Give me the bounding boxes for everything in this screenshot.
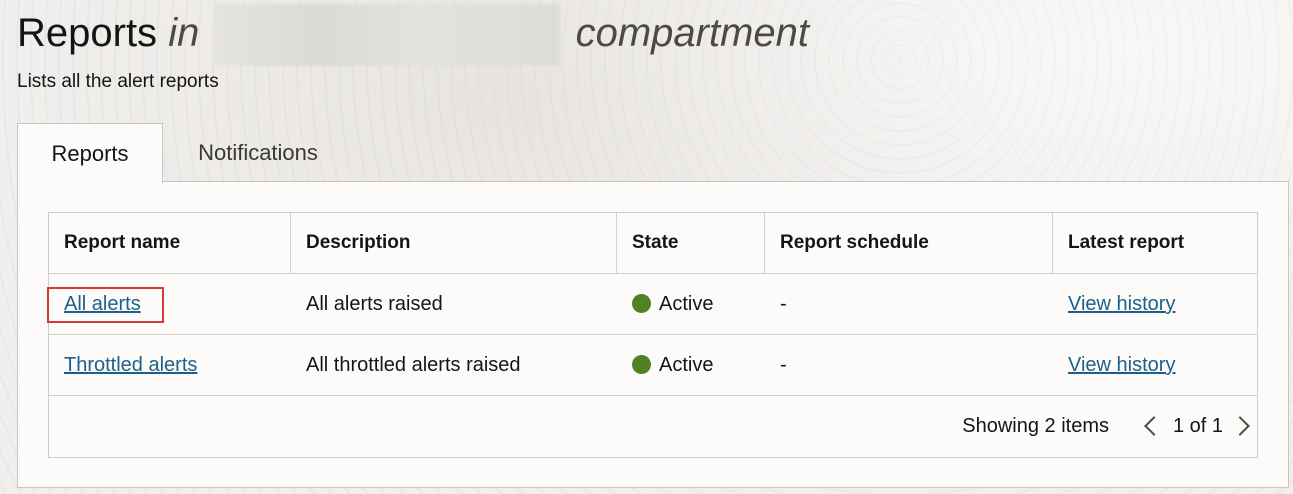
status-dot-icon — [632, 294, 651, 313]
state-label: Active — [659, 354, 714, 376]
state-cell: Active — [617, 274, 765, 334]
title-in: in — [168, 11, 200, 55]
report-name-cell: Throttled alerts — [49, 335, 291, 395]
page-indicator: 1 of 1 — [1172, 415, 1223, 437]
column-header-report-schedule[interactable]: Report schedule — [765, 213, 1053, 273]
chevron-left-icon[interactable] — [1144, 416, 1164, 436]
title-suffix: compartment — [575, 11, 809, 55]
table-header-row: Report name Description State Report sch… — [49, 213, 1257, 274]
report-name-cell: All alerts — [47, 274, 291, 334]
redacted-compartment-name — [214, 4, 561, 66]
table-row: All alerts All alerts raised Active - Vi… — [47, 274, 1257, 335]
status-dot-icon — [632, 355, 651, 374]
schedule-cell: - — [780, 293, 787, 315]
report-link-throttled-alerts[interactable]: Throttled alerts — [64, 354, 197, 376]
column-header-report-name[interactable]: Report name — [49, 213, 291, 273]
chevron-right-icon[interactable] — [1230, 416, 1250, 436]
highlight-box — [47, 287, 164, 323]
schedule-cell: - — [780, 354, 787, 376]
tab-notifications[interactable]: Notifications — [177, 123, 339, 182]
page-subtitle: Lists all the alert reports — [17, 71, 219, 92]
description-cell: All throttled alerts raised — [306, 354, 521, 376]
state-label: Active — [659, 293, 714, 315]
page-title: Reports in compartment — [17, 4, 809, 66]
table-row: Throttled alerts All throttled alerts ra… — [49, 335, 1257, 396]
title-main: Reports — [17, 11, 158, 55]
reports-table: Report name Description State Report sch… — [47, 212, 1258, 458]
pagination: 1 of 1 — [1144, 396, 1250, 457]
column-header-latest-report[interactable]: Latest report — [1053, 213, 1257, 273]
tab-panel: Report name Description State Report sch… — [17, 181, 1289, 488]
state-cell: Active — [617, 335, 765, 395]
description-cell: All alerts raised — [306, 293, 443, 315]
view-history-link[interactable]: View history — [1068, 354, 1175, 376]
column-header-description[interactable]: Description — [291, 213, 617, 273]
column-header-state[interactable]: State — [617, 213, 765, 273]
table-footer: Showing 2 items 1 of 1 — [49, 396, 1257, 457]
item-count: Showing 2 items — [962, 415, 1109, 437]
view-history-link[interactable]: View history — [1068, 293, 1175, 315]
latest-report-cell: View history — [1053, 274, 1257, 334]
latest-report-cell: View history — [1053, 335, 1257, 395]
tab-reports[interactable]: Reports — [17, 123, 163, 183]
